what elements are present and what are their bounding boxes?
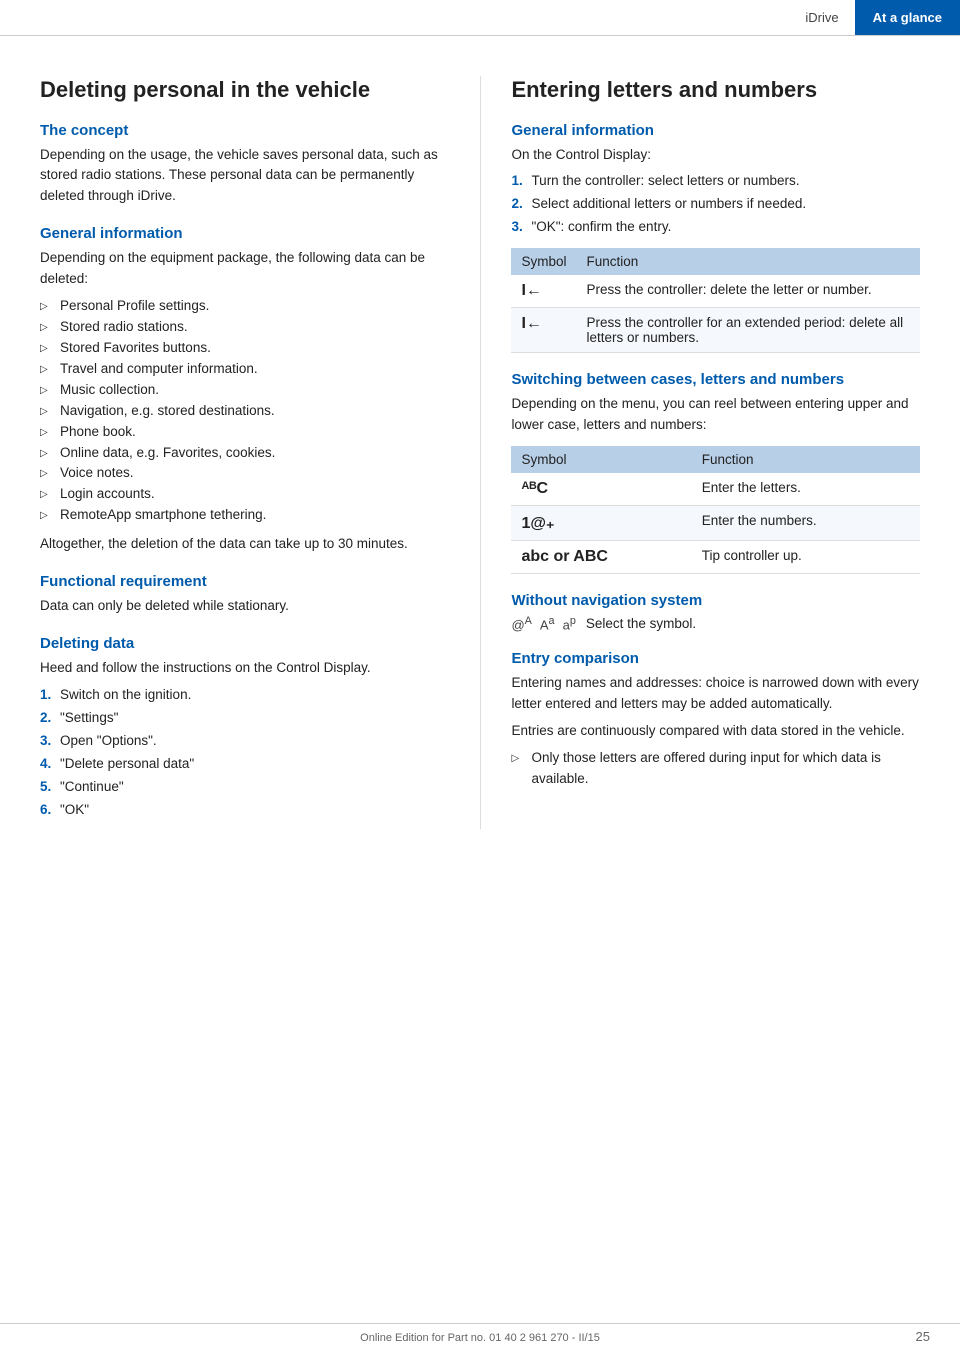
deleting-steps-list: 1.Switch on the ignition. 2."Settings" 3… bbox=[40, 685, 450, 821]
list-item: 3.Open "Options". bbox=[40, 731, 450, 752]
right-column: Entering letters and numbers General inf… bbox=[480, 76, 920, 829]
without-nav-section: @A Aa ap Select the symbol. bbox=[511, 615, 920, 632]
table-row: abc or ABC Tip controller up. bbox=[511, 541, 920, 574]
table-cell: Enter the letters. bbox=[692, 473, 920, 506]
symbol-delete-1: I← bbox=[521, 282, 541, 299]
symbol-table-2: Symbol Function ᴬᴮC Enter the letters. 1… bbox=[511, 446, 920, 574]
symbol-table-1: Symbol Function I← Press the controller:… bbox=[511, 248, 920, 353]
list-item: Only those letters are offered during in… bbox=[511, 748, 920, 790]
functional-req-heading: Functional requirement bbox=[40, 573, 450, 590]
switching-intro: Depending on the menu, you can reel betw… bbox=[511, 394, 920, 436]
sym-2: Aa bbox=[540, 615, 555, 632]
symbol-abc-ABC: abc or ABC bbox=[521, 548, 608, 565]
list-item: 4."Delete personal data" bbox=[40, 754, 450, 775]
general-info-intro: Depending on the equipment package, the … bbox=[40, 248, 450, 290]
table-col1: Symbol bbox=[511, 248, 576, 275]
list-item: 1.Switch on the ignition. bbox=[40, 685, 450, 706]
table-cell: Press the controller: delete the letter … bbox=[576, 275, 920, 308]
general-info-list: Personal Profile settings. Stored radio … bbox=[40, 296, 450, 526]
list-item: Navigation, e.g. stored destinations. bbox=[40, 401, 450, 422]
entry-comparison-text2: Entries are continuously compared with d… bbox=[511, 721, 920, 742]
list-item: 3."OK": confirm the entry. bbox=[511, 217, 920, 238]
concept-text: Depending on the usage, the vehicle save… bbox=[40, 145, 450, 208]
list-item: Online data, e.g. Favorites, cookies. bbox=[40, 443, 450, 464]
concept-heading: The concept bbox=[40, 122, 450, 139]
table-row: I← Press the controller for an extended … bbox=[511, 308, 920, 353]
right-general-info-heading: General information bbox=[511, 122, 920, 139]
symbol-letters: ᴬᴮC bbox=[521, 480, 548, 497]
list-item: Stored radio stations. bbox=[40, 317, 450, 338]
list-item: RemoteApp smartphone tethering. bbox=[40, 505, 450, 526]
table-row: ᴬᴮC Enter the letters. bbox=[511, 473, 920, 506]
symbol-numbers: 1@₊ bbox=[521, 515, 554, 532]
page-number: 25 bbox=[916, 1329, 930, 1344]
sym-1: @A bbox=[511, 615, 531, 632]
table-col1: Symbol bbox=[511, 446, 691, 473]
table-col2: Function bbox=[576, 248, 920, 275]
without-nav-symbols: @A Aa ap Select the symbol. bbox=[511, 615, 920, 632]
functional-req-text: Data can only be deleted while stationar… bbox=[40, 596, 450, 617]
list-item: 2."Settings" bbox=[40, 708, 450, 729]
left-column: Deleting personal in the vehicle The con… bbox=[40, 76, 480, 829]
right-general-info-intro: On the Control Display: bbox=[511, 145, 920, 166]
list-item: Phone book. bbox=[40, 422, 450, 443]
table-cell: Tip controller up. bbox=[692, 541, 920, 574]
right-general-steps: 1.Turn the controller: select letters or… bbox=[511, 171, 920, 238]
list-item: 2.Select additional letters or numbers i… bbox=[511, 194, 920, 215]
list-item: 6."OK" bbox=[40, 800, 450, 821]
left-main-title: Deleting personal in the vehicle bbox=[40, 76, 450, 104]
footer-text: Online Edition for Part no. 01 40 2 961 … bbox=[360, 1332, 600, 1344]
list-item: Travel and computer information. bbox=[40, 359, 450, 380]
table-col2: Function bbox=[692, 446, 920, 473]
list-item: Music collection. bbox=[40, 380, 450, 401]
switching-heading: Switching between cases, letters and num… bbox=[511, 371, 920, 388]
header-bar: iDrive At a glance bbox=[0, 0, 960, 36]
entry-comparison-list: Only those letters are offered during in… bbox=[511, 748, 920, 790]
table-cell: Enter the numbers. bbox=[692, 506, 920, 541]
right-main-title: Entering letters and numbers bbox=[511, 76, 920, 104]
table-row: I← Press the controller: delete the lett… bbox=[511, 275, 920, 308]
list-item: 1.Turn the controller: select letters or… bbox=[511, 171, 920, 192]
entry-comparison-text1: Entering names and addresses: choice is … bbox=[511, 673, 920, 715]
symbol-delete-2: I← bbox=[521, 315, 541, 332]
sym-3: ap bbox=[563, 615, 576, 632]
list-item: Personal Profile settings. bbox=[40, 296, 450, 317]
without-nav-heading: Without navigation system bbox=[511, 592, 920, 609]
content-wrapper: Deleting personal in the vehicle The con… bbox=[0, 36, 960, 869]
general-info-footer: Altogether, the deletion of the data can… bbox=[40, 534, 450, 555]
deleting-data-heading: Deleting data bbox=[40, 635, 450, 652]
deleting-data-intro: Heed and follow the instructions on the … bbox=[40, 658, 450, 679]
list-item: Stored Favorites buttons. bbox=[40, 338, 450, 359]
idrive-label: iDrive bbox=[789, 10, 854, 25]
table-cell: Press the controller for an extended per… bbox=[576, 308, 920, 353]
at-a-glance-tab[interactable]: At a glance bbox=[855, 0, 960, 35]
without-nav-chars: @A Aa ap bbox=[511, 615, 575, 632]
table-row: 1@₊ Enter the numbers. bbox=[511, 506, 920, 541]
list-item: 5."Continue" bbox=[40, 777, 450, 798]
entry-comparison-heading: Entry comparison bbox=[511, 650, 920, 667]
list-item: Voice notes. bbox=[40, 463, 450, 484]
without-nav-text: Select the symbol. bbox=[586, 616, 696, 631]
general-info-heading-left: General information bbox=[40, 225, 450, 242]
footer: Online Edition for Part no. 01 40 2 961 … bbox=[0, 1323, 960, 1344]
list-item: Login accounts. bbox=[40, 484, 450, 505]
